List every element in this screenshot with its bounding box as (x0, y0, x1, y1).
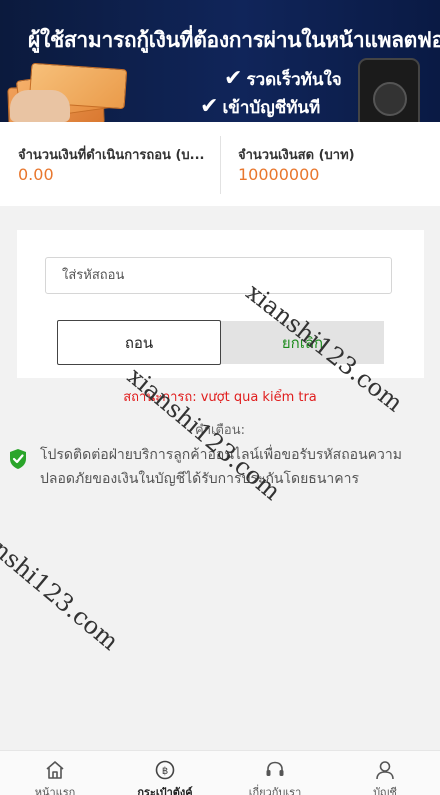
tab-label: บัญชี (373, 786, 397, 795)
withdraw-form-card: ถอน ยกเลิก (17, 230, 424, 378)
warning-title: คำเตือน: (195, 423, 245, 438)
wallet-icon: ฿ (155, 760, 175, 780)
withdraw-password-input[interactable] (45, 257, 392, 294)
pending-withdrawal-value: 0.00 (18, 165, 54, 184)
promo-banner: ผู้ใช้สามารถกู้เงินที่ต้องการผ่านในหน้าแ… (0, 0, 440, 122)
banner-title: ผู้ใช้สามารถกู้เงินที่ต้องการผ่านในหน้าแ… (28, 28, 440, 52)
tab-about[interactable]: เกี่ยวกับเรา (220, 751, 330, 795)
status-message: สถานะการถ: vượt qua kiểm tra (123, 390, 317, 405)
tab-wallet[interactable]: ฿ กระเป๋าตังค์ (110, 751, 220, 795)
tab-label: เกี่ยวกับเรา (248, 786, 302, 795)
headset-icon (266, 761, 284, 776)
withdraw-button[interactable]: ถอน (57, 320, 221, 365)
svg-text:฿: ฿ (162, 766, 168, 777)
watermark: xianshi123.com (0, 512, 124, 656)
bottom-tab-bar: หน้าแรก ฿ กระเป๋าตังค์ เกี่ยวกับเรา บัญช… (0, 750, 440, 795)
cash-balance-label: จำนวนเงินสด (บาท) (238, 148, 355, 163)
check-icon: ✔ (200, 94, 219, 119)
cash-balance-stat: จำนวนเงินสด (บาท) 10000000 (221, 122, 440, 206)
phone-illustration (358, 58, 420, 122)
banner-feature-instant: ✔ เข้าบัญชีทันที (200, 94, 321, 119)
pending-withdrawal-label: จำนวนเงินที่ดำเนินการถอน (บ... (18, 148, 205, 163)
tab-home[interactable]: หน้าแรก (0, 751, 110, 795)
cancel-button[interactable]: ยกเลิก (221, 321, 384, 364)
money-illustration (0, 56, 130, 122)
home-icon (46, 761, 64, 779)
warning-text: โปรดติดต่อฝ่ายบริการลูกค้าออนไลน์เพื่อขอ… (40, 447, 402, 487)
cash-balance-value: 10000000 (238, 165, 320, 184)
user-icon (376, 761, 394, 780)
banner-feature-fast: ✔ รวดเร็วทันใจ (224, 66, 342, 91)
tab-label: หน้าแรก (34, 786, 76, 795)
tab-account[interactable]: บัญชี (330, 751, 440, 795)
pending-withdrawal-stat: จำนวนเงินที่ดำเนินการถอน (บ... 0.00 (0, 122, 220, 206)
tab-label: กระเป๋าตังค์ (137, 786, 193, 795)
check-icon: ✔ (224, 66, 243, 91)
balance-summary: จำนวนเงินที่ดำเนินการถอน (บ... 0.00 จำนว… (0, 122, 440, 206)
shield-check-icon (10, 449, 26, 469)
